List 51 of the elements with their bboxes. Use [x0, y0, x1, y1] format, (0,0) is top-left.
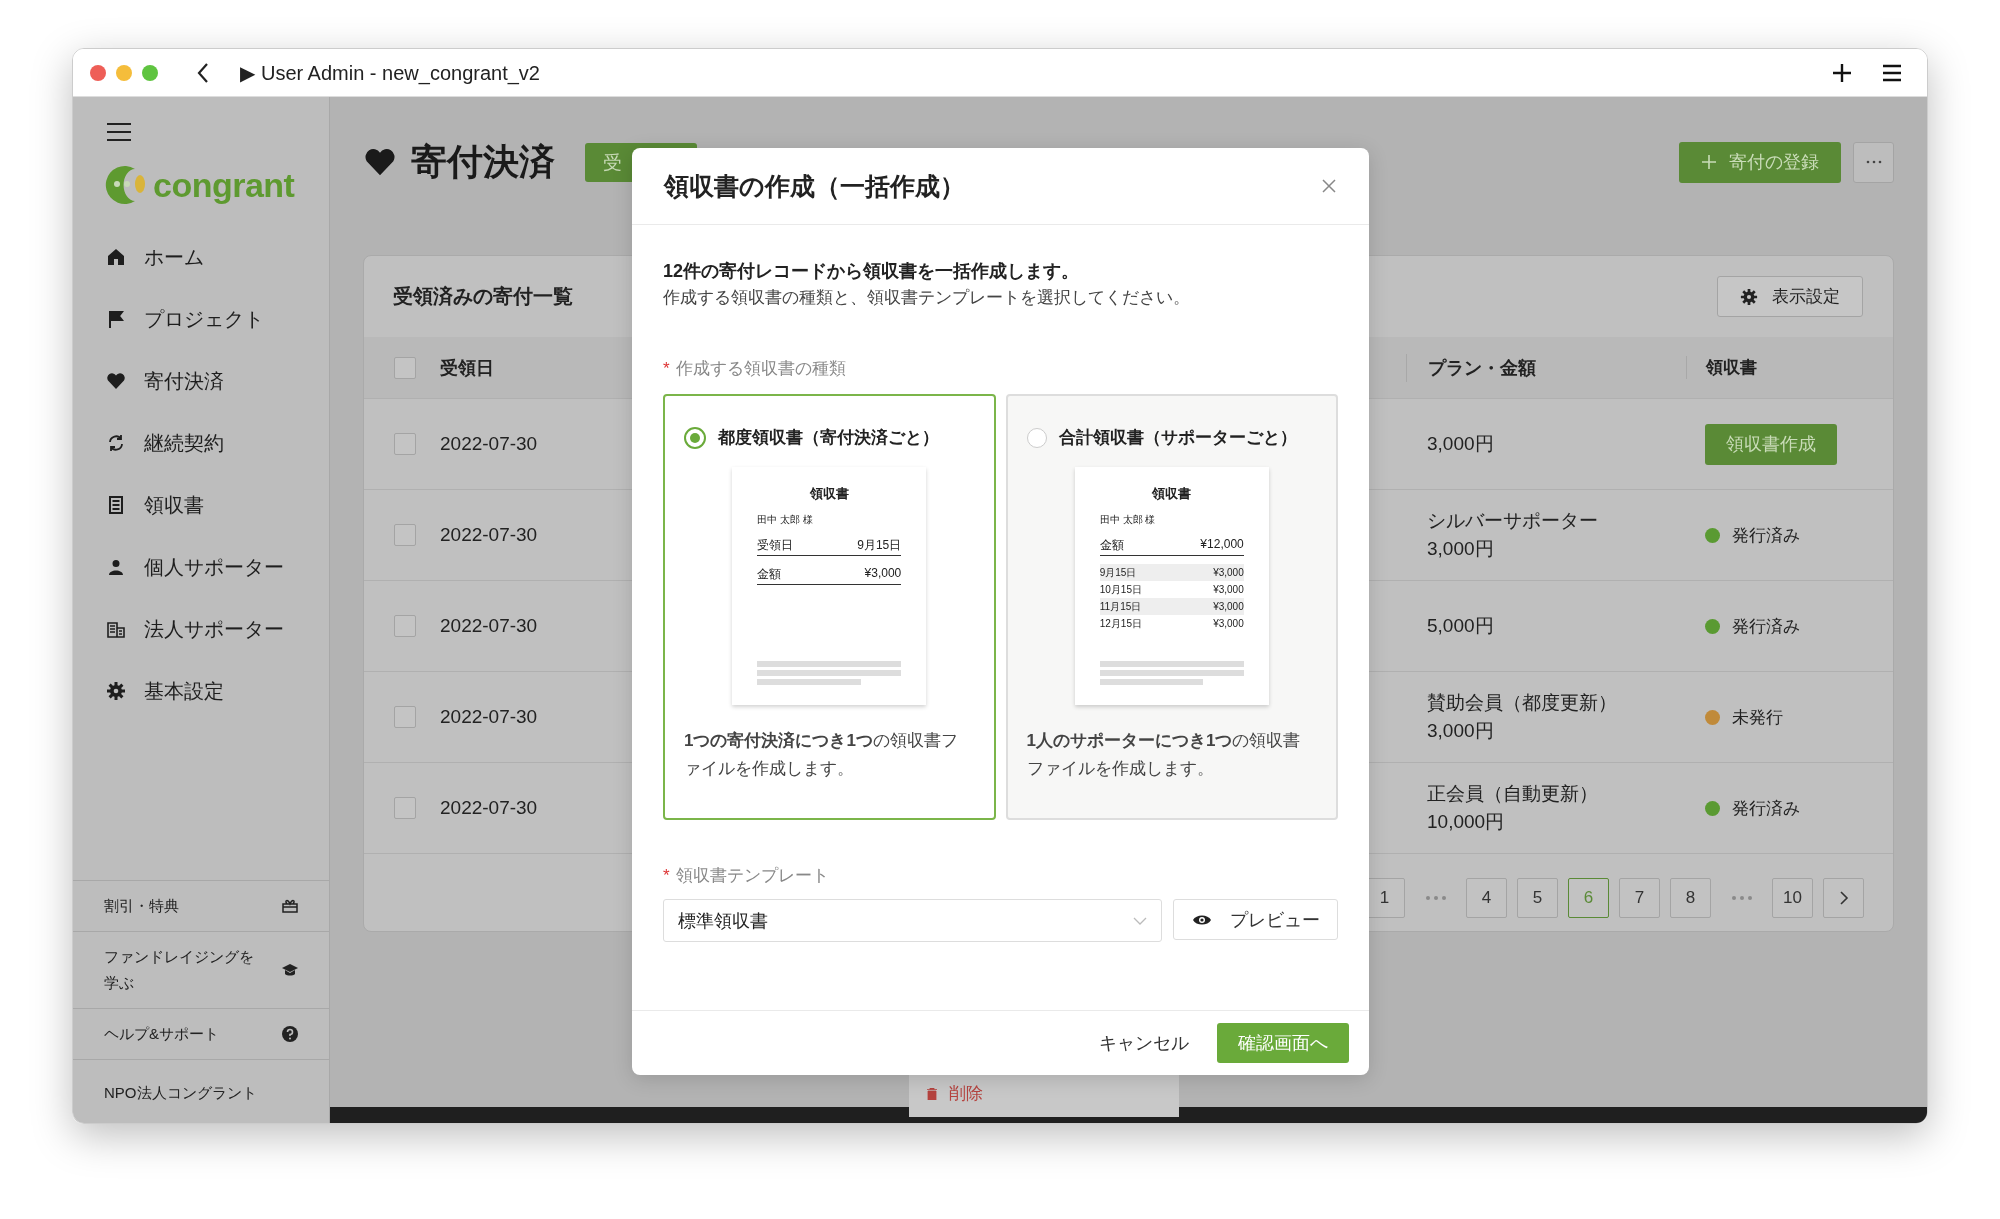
intro-text: 12件の寄付レコードから領収書を一括作成します。 [663, 260, 1081, 283]
field-label: 作成する領収書の種類 [675, 358, 846, 380]
card-title: 受領済みの寄付一覧 [393, 284, 573, 309]
column-header: プラン・金額 [1406, 353, 1686, 382]
table-cell-text: 2022-07-30 [440, 433, 539, 455]
table-cell-text: 3,000円 [1426, 432, 1495, 456]
instruction-text: 作成する領収書の種類と、領収書テンプレートを選択してください。 [663, 287, 1191, 309]
sample-date: 12月15日 [1099, 617, 1142, 631]
sample-heading: 領収書 [808, 485, 850, 503]
sample-amount: ¥3,000 [1213, 566, 1244, 580]
sample-label: 受領日 [757, 537, 794, 554]
sample-addressee: 田中 太郎 様 [757, 513, 814, 527]
sample-date: 10月15日 [1099, 583, 1142, 597]
status-label: 未発行 [1732, 706, 1783, 729]
field-label: 領収書テンプレート [675, 865, 829, 887]
sample-label: 金額 [1099, 537, 1124, 554]
sample-addressee: 田中 太郎 様 [1099, 513, 1157, 527]
sample-heading: 領収書 [1151, 485, 1193, 503]
status-label: 発行済み [1732, 524, 1800, 547]
table-cell-text: 正会員（自動更新） 10,000円 [1426, 782, 1599, 834]
sample-date: 11月15日 [1099, 600, 1142, 614]
window-title: ▶ User Admin - new_congrant_v2 [240, 60, 541, 85]
organization-name: NPO法人コングラント [103, 1083, 258, 1103]
table-cell-text: 2022-07-30 [440, 615, 539, 637]
table-cell-text: シルバーサポーター 3,000円 [1426, 509, 1599, 561]
table-cell-text: 賛助会員（都度更新） 3,000円 [1426, 691, 1618, 743]
sample-amount: ¥3,000 [1213, 617, 1244, 631]
option-description: 1人のサポーターにつき1つの領収書ファイルを作成します。 [1026, 730, 1302, 780]
table-cell-text: 5,000円 [1426, 614, 1495, 638]
status-label: 発行済み [1732, 797, 1800, 820]
sample-value: ¥12,000 [1200, 537, 1244, 553]
status-label: 発行済み [1732, 615, 1800, 638]
column-header: 受領日 [440, 356, 495, 380]
option-title: 都度領収書（寄付決済ごと） [718, 427, 939, 449]
required-mark: * [663, 865, 670, 886]
option-description: 1つの寄付決済につき1つの領収書ファイルを作成します。 [684, 730, 959, 780]
sample-date: 9月15日 [1099, 566, 1137, 580]
option-title: 合計領収書（サポーターごと） [1058, 427, 1297, 449]
table-cell-text: 2022-07-30 [440, 524, 539, 546]
sample-value: ¥3,000 [864, 566, 902, 582]
table-cell-text: 2022-07-30 [440, 797, 539, 819]
sample-value: 9月15日 [857, 537, 902, 554]
logo-text: congrant [153, 165, 295, 205]
dialog-title: 領収書の作成（一括作成） [664, 170, 965, 202]
page-title: 寄付決済 [411, 139, 555, 184]
column-header: 領収書 [1686, 356, 1893, 379]
sample-amount: ¥3,000 [1213, 600, 1244, 614]
sample-label: 金額 [757, 566, 782, 583]
sample-amount: ¥3,000 [1213, 583, 1244, 597]
required-mark: * [663, 358, 670, 379]
table-cell-text: 2022-07-30 [440, 706, 539, 728]
